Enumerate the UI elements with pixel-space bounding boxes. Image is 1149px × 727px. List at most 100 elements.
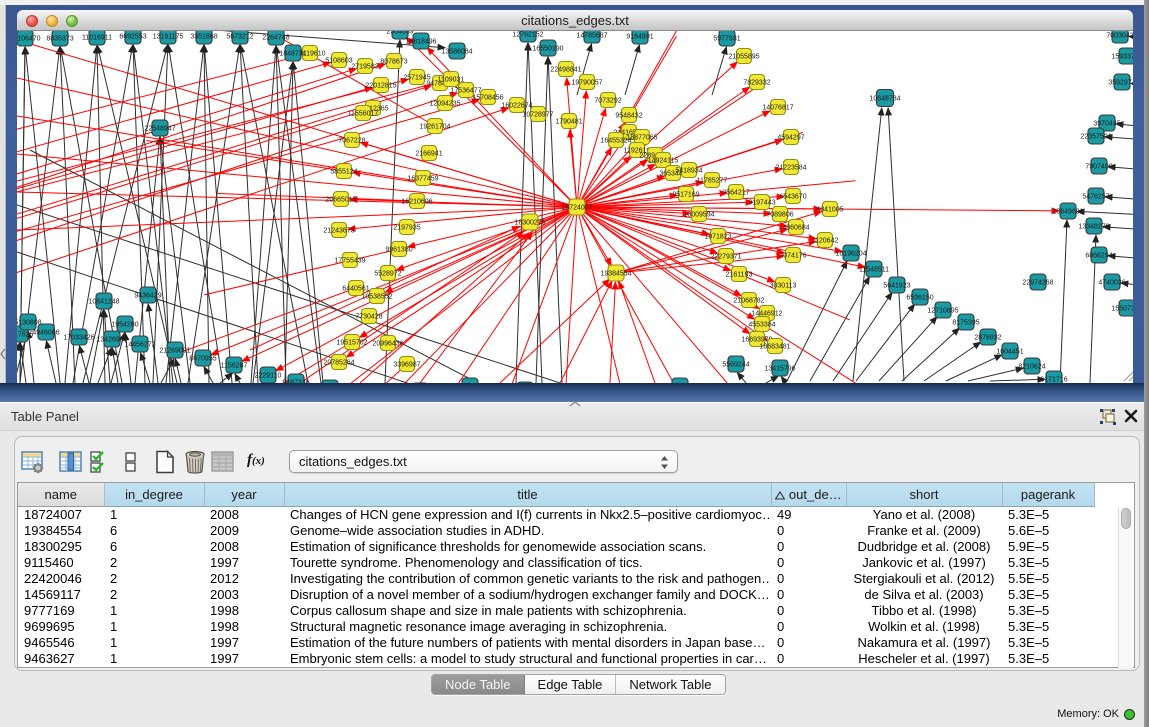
svg-text:4860684: 4860684 [782,225,809,232]
svg-text:21269091: 21269091 [159,348,190,355]
svg-text:7089806: 7089806 [766,212,793,219]
svg-text:5855124: 5855124 [330,169,357,176]
svg-text:8210624: 8210624 [1018,364,1045,371]
svg-text:4553384: 4553384 [748,322,775,329]
svg-text:10538552: 10538552 [361,294,392,301]
svg-text:9436429: 9436429 [134,293,161,300]
svg-text:7907400: 7907400 [1085,164,1112,171]
svg-text:5108603: 5108603 [325,58,352,65]
svg-text:2719583: 2719583 [351,64,378,71]
svg-text:22012815: 22012815 [365,83,396,90]
svg-text:13348276: 13348276 [1078,224,1109,231]
svg-text:4740036: 4740036 [1098,280,1125,287]
svg-text:15507321: 15507321 [1111,306,1133,313]
svg-text:15708456: 15708456 [472,95,503,102]
svg-text:6866294: 6866294 [1085,253,1112,260]
svg-text:9164991: 9164991 [626,34,653,41]
svg-text:6692553: 6692553 [119,34,146,41]
svg-text:7067228: 7067228 [338,138,365,145]
svg-text:2564689: 2564689 [386,31,413,36]
svg-text:3396987: 3396987 [393,362,420,369]
svg-text:10649691: 10649691 [1052,209,1083,216]
svg-text:13191175: 13191175 [153,34,184,41]
svg-text:1120642: 1120642 [812,238,839,245]
svg-text:2161193: 2161193 [726,272,753,279]
svg-text:16210606: 16210606 [401,199,432,206]
svg-text:5476257: 5476257 [1082,194,1109,201]
svg-text:17106470: 17106470 [17,36,41,43]
svg-text:7829332: 7829332 [743,80,770,87]
svg-text:22279371: 22279371 [710,254,741,261]
svg-text:6596150: 6596150 [906,295,933,302]
svg-text:14924115: 14924115 [648,158,679,165]
svg-text:5418934: 5418934 [675,168,702,175]
svg-text:21068782: 21068782 [733,298,764,305]
svg-text:5130808: 5130808 [17,320,42,327]
svg-text:21243673: 21243673 [323,228,354,235]
svg-text:9961380: 9961380 [385,247,412,254]
svg-text:9487336: 9487336 [282,380,309,384]
svg-text:18724007: 18724007 [561,205,592,212]
svg-text:18300275: 18300275 [514,220,545,227]
svg-text:3970445: 3970445 [1093,121,1120,128]
svg-text:8670955: 8670955 [189,356,216,363]
svg-text:13586084: 13586084 [441,49,472,56]
svg-text:17033426: 17033426 [63,335,94,342]
svg-text:1109031: 1109031 [438,77,465,84]
svg-text:11548511: 11548511 [859,267,889,274]
svg-text:19384554: 19384554 [600,271,631,278]
svg-text:3592974: 3592974 [1108,80,1133,87]
svg-text:6543670: 6543670 [779,194,806,201]
svg-text:3351868: 3351868 [190,34,217,41]
svg-text:6171716: 6171716 [1040,377,1067,384]
svg-text:20996436: 20996436 [372,341,403,348]
svg-text:16022674: 16022674 [501,103,532,110]
svg-text:2166941: 2166941 [415,151,442,158]
svg-text:16550190: 16550190 [532,46,563,53]
svg-text:8175395: 8175395 [952,320,979,327]
svg-text:3564217: 3564217 [722,190,749,197]
svg-text:19790057: 19790057 [571,80,602,87]
svg-text:20665015: 20665015 [325,197,356,204]
svg-text:19515702: 19515702 [336,340,367,347]
svg-text:6440561: 6440561 [342,286,369,293]
svg-text:18196204: 18196204 [835,251,866,258]
svg-text:10648784: 10648784 [869,96,900,103]
svg-text:11556017: 11556017 [348,111,379,118]
svg-text:1848731: 1848731 [279,51,306,58]
svg-text:1971823: 1971823 [704,234,731,241]
svg-text:5977931: 5977931 [713,36,740,43]
svg-text:4594297: 4594297 [777,135,804,142]
svg-text:7730428: 7730428 [355,314,382,321]
svg-text:2229110: 2229110 [255,373,282,380]
svg-text:12094235: 12094235 [429,101,460,108]
svg-text:14076817: 14076817 [762,105,793,112]
svg-text:8835373: 8835373 [46,36,73,43]
svg-text:11016911: 11016911 [82,35,112,42]
svg-text:7003042: 7003042 [1106,33,1133,40]
svg-text:1604451: 1604451 [996,349,1023,356]
svg-text:11785277: 11785277 [697,178,728,185]
svg-text:16818496: 16818496 [405,39,436,46]
svg-text:14785687: 14785687 [576,33,607,40]
svg-text:1954280: 1954280 [111,322,138,329]
svg-text:10728977: 10728977 [522,112,553,119]
svg-text:18877065: 18877065 [626,135,657,142]
svg-text:7073292: 7073292 [594,98,621,105]
svg-text:20785264: 20785264 [323,360,354,367]
svg-text:22974268: 22974268 [1022,280,1053,287]
svg-text:22548947: 22548947 [144,126,175,133]
svg-text:5569244: 5569244 [722,362,749,369]
svg-text:14456272: 14456272 [124,342,155,349]
svg-text:19261704: 19261704 [419,124,450,131]
svg-text:4946066: 4946066 [32,330,59,337]
svg-text:16377459: 16377459 [407,176,438,183]
svg-text:9197443: 9197443 [748,200,775,207]
svg-text:2876932: 2876932 [974,335,1001,342]
svg-text:1790481: 1790481 [555,119,582,126]
svg-text:10841248: 10841248 [88,299,119,306]
svg-text:1156287: 1156287 [221,363,248,370]
svg-text:5528972: 5528972 [374,271,401,278]
svg-text:18683481: 18683481 [759,344,790,351]
svg-text:17755439: 17755439 [334,258,365,265]
